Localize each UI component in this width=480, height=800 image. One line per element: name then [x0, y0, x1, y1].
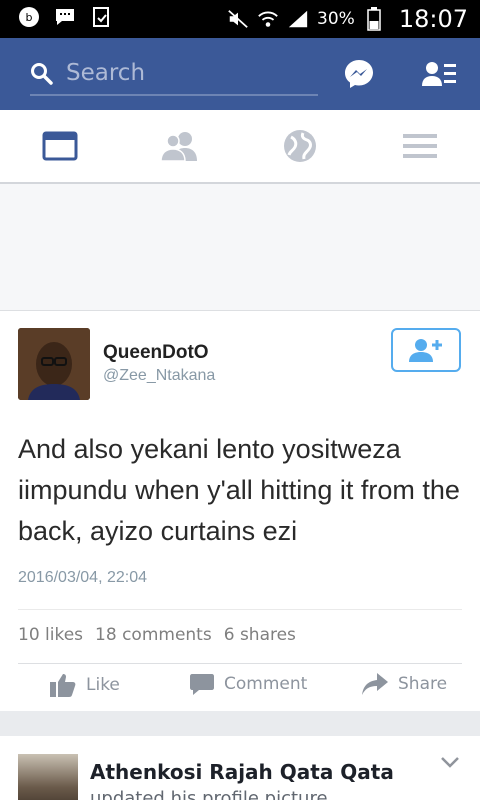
wifi-icon: [257, 8, 279, 30]
comment-label: Comment: [224, 674, 308, 694]
story-author-name[interactable]: Athenkosi Rajah Qata Qata: [90, 760, 394, 784]
follow-button[interactable]: [391, 328, 461, 372]
post-actions: Like Comment Share: [0, 673, 480, 703]
chevron-down-icon[interactable]: [440, 754, 460, 773]
comment-button[interactable]: Comment: [190, 673, 307, 695]
status-bar: b 30% 18:07: [0, 0, 480, 38]
svg-text:b: b: [26, 11, 33, 24]
thumbs-up-icon: [50, 674, 76, 697]
tweet-avatar[interactable]: [18, 328, 90, 400]
avatar-photo: [18, 328, 90, 400]
avatar[interactable]: [18, 754, 78, 800]
tweet-author-handle: @Zee_Ntakana: [103, 367, 216, 384]
menu-icon: [403, 134, 437, 158]
friends-icon: [161, 132, 197, 161]
share-icon: [362, 673, 388, 695]
mute-icon: [227, 8, 249, 30]
tweet-author-name: QueenDotO: [103, 342, 209, 363]
comment-icon: [190, 674, 214, 695]
app-header: [0, 38, 480, 110]
tab-notifications[interactable]: [280, 128, 320, 164]
search-icon: [30, 62, 54, 90]
post-stats: 10 likes 18 comments 6 shares: [18, 625, 296, 645]
feed-post: Athenkosi Rajah Qata Qata updated his pr…: [0, 736, 480, 800]
divider: [18, 609, 462, 610]
clipboard-notification-icon: [90, 6, 112, 28]
like-button[interactable]: Like: [50, 673, 120, 697]
tweet-text: And also yekani lento yositweza iimpundu…: [18, 434, 460, 546]
globe-icon: [284, 130, 316, 162]
search-bar[interactable]: [30, 56, 318, 96]
news-feed-icon: [42, 131, 78, 161]
shares-count[interactable]: 6 shares: [224, 625, 296, 645]
share-label: Share: [398, 674, 448, 694]
friend-requests-button[interactable]: [422, 60, 456, 90]
messenger-button[interactable]: [343, 58, 375, 90]
tab-news-feed[interactable]: [40, 128, 80, 164]
tweet-timestamp: 2016/03/04, 22:04: [18, 569, 148, 586]
story-subtitle: updated his profile picture.: [90, 788, 334, 800]
signal-icon: [287, 8, 309, 30]
battery-percent: 30%: [317, 9, 355, 29]
tab-friends[interactable]: [160, 128, 200, 164]
tab-menu[interactable]: [400, 128, 440, 164]
bbm-notification-icon: b: [18, 6, 40, 28]
chat-notification-icon: [54, 6, 76, 28]
share-button[interactable]: Share: [362, 673, 447, 695]
like-label: Like: [86, 675, 120, 695]
tab-bar: [0, 110, 480, 184]
feed-post: QueenDotO @Zee_Ntakana And also yekani l…: [0, 311, 480, 711]
messenger-icon: [345, 60, 373, 88]
add-user-icon: [409, 339, 442, 362]
likes-count[interactable]: 10 likes: [18, 625, 83, 645]
clock: 18:07: [398, 5, 468, 33]
search-input[interactable]: [66, 58, 306, 88]
comments-count[interactable]: 18 comments: [95, 625, 212, 645]
friend-requests-icon: [422, 62, 456, 86]
divider: [18, 663, 462, 664]
feed-spacer: [0, 184, 480, 311]
battery-icon: [363, 7, 385, 31]
